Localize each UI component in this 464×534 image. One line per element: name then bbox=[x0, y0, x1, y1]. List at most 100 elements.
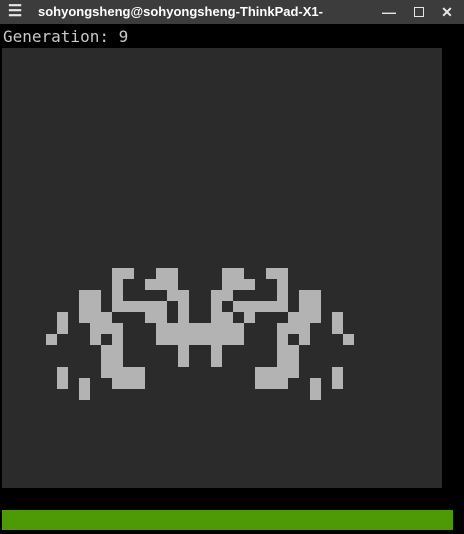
live-cell bbox=[178, 323, 189, 334]
live-cell bbox=[200, 323, 211, 334]
live-cell bbox=[167, 268, 178, 279]
live-cell bbox=[211, 345, 222, 356]
live-cell bbox=[101, 312, 112, 323]
live-cell bbox=[79, 301, 90, 312]
live-cell bbox=[277, 367, 288, 378]
live-cell bbox=[156, 323, 167, 334]
live-cell bbox=[101, 345, 112, 356]
live-cell bbox=[343, 334, 354, 345]
live-cell bbox=[123, 268, 134, 279]
live-cell bbox=[156, 312, 167, 323]
live-cell bbox=[222, 268, 233, 279]
live-cell bbox=[233, 323, 244, 334]
maximize-icon[interactable] bbox=[408, 2, 430, 22]
live-cell bbox=[112, 356, 123, 367]
live-cell bbox=[310, 389, 321, 400]
live-cell bbox=[134, 378, 145, 389]
live-cell bbox=[277, 268, 288, 279]
live-cell bbox=[46, 334, 57, 345]
generation-readout: Generation: 9 bbox=[3, 27, 128, 47]
live-cell bbox=[266, 367, 277, 378]
live-cell bbox=[299, 323, 310, 334]
live-cell bbox=[222, 279, 233, 290]
live-cell bbox=[101, 367, 112, 378]
terminal-scrollbar[interactable] bbox=[453, 24, 464, 534]
live-cell bbox=[79, 290, 90, 301]
live-cell bbox=[79, 378, 90, 389]
generation-value: 9 bbox=[118, 27, 129, 46]
live-cell bbox=[101, 356, 112, 367]
live-cell bbox=[57, 378, 68, 389]
live-cell bbox=[244, 279, 255, 290]
live-cell bbox=[211, 301, 222, 312]
close-icon[interactable]: ✕ bbox=[436, 2, 458, 22]
live-cell bbox=[288, 356, 299, 367]
live-cell bbox=[112, 334, 123, 345]
live-cell bbox=[332, 312, 343, 323]
live-cell bbox=[277, 301, 288, 312]
live-cell bbox=[79, 389, 90, 400]
live-cell bbox=[178, 345, 189, 356]
live-cell bbox=[277, 356, 288, 367]
live-cell bbox=[332, 378, 343, 389]
live-cell bbox=[134, 367, 145, 378]
live-cell bbox=[310, 312, 321, 323]
live-cell bbox=[156, 268, 167, 279]
live-cell bbox=[156, 301, 167, 312]
live-cell bbox=[57, 367, 68, 378]
live-cell bbox=[112, 279, 123, 290]
live-cell bbox=[156, 334, 167, 345]
live-cell bbox=[112, 367, 123, 378]
live-cell bbox=[145, 279, 156, 290]
life-grid bbox=[2, 48, 442, 488]
live-cell bbox=[90, 334, 101, 345]
live-cell bbox=[288, 345, 299, 356]
terminal-window: ☰ sohyongsheng@sohyongsheng-ThinkPad-X1-… bbox=[0, 0, 464, 534]
live-cell bbox=[79, 312, 90, 323]
live-cell bbox=[189, 334, 200, 345]
live-cell bbox=[90, 323, 101, 334]
live-cell bbox=[277, 378, 288, 389]
live-cell bbox=[299, 301, 310, 312]
live-cell bbox=[310, 301, 321, 312]
live-cell bbox=[189, 323, 200, 334]
live-cell bbox=[255, 378, 266, 389]
status-bar bbox=[2, 510, 453, 530]
live-cell bbox=[57, 312, 68, 323]
live-cell bbox=[288, 367, 299, 378]
live-cell bbox=[112, 301, 123, 312]
live-cell bbox=[90, 290, 101, 301]
live-cell bbox=[310, 378, 321, 389]
live-cell bbox=[233, 268, 244, 279]
live-cell bbox=[123, 301, 134, 312]
live-cell bbox=[200, 334, 211, 345]
live-cell bbox=[112, 378, 123, 389]
live-cell bbox=[178, 356, 189, 367]
live-cell bbox=[332, 367, 343, 378]
live-cell bbox=[233, 334, 244, 345]
live-cell bbox=[266, 268, 277, 279]
live-cell bbox=[57, 323, 68, 334]
live-cell bbox=[222, 290, 233, 301]
hamburger-menu-icon[interactable]: ☰ bbox=[6, 2, 24, 22]
live-cell bbox=[222, 312, 233, 323]
live-cell bbox=[244, 312, 255, 323]
live-cell bbox=[123, 367, 134, 378]
generation-label: Generation: bbox=[3, 27, 109, 46]
live-cell bbox=[211, 290, 222, 301]
live-cell bbox=[167, 334, 178, 345]
live-cell bbox=[167, 279, 178, 290]
live-cell bbox=[222, 323, 233, 334]
live-cell bbox=[134, 301, 145, 312]
live-cell bbox=[123, 378, 134, 389]
live-cell bbox=[167, 290, 178, 301]
minimize-icon[interactable]: — bbox=[378, 2, 400, 22]
live-cell bbox=[178, 301, 189, 312]
live-cell bbox=[266, 378, 277, 389]
live-cell bbox=[299, 334, 310, 345]
live-cell bbox=[288, 323, 299, 334]
title-bar[interactable]: ☰ sohyongsheng@sohyongsheng-ThinkPad-X1-… bbox=[0, 0, 464, 24]
live-cell bbox=[211, 323, 222, 334]
live-cell bbox=[156, 279, 167, 290]
live-cell bbox=[299, 312, 310, 323]
